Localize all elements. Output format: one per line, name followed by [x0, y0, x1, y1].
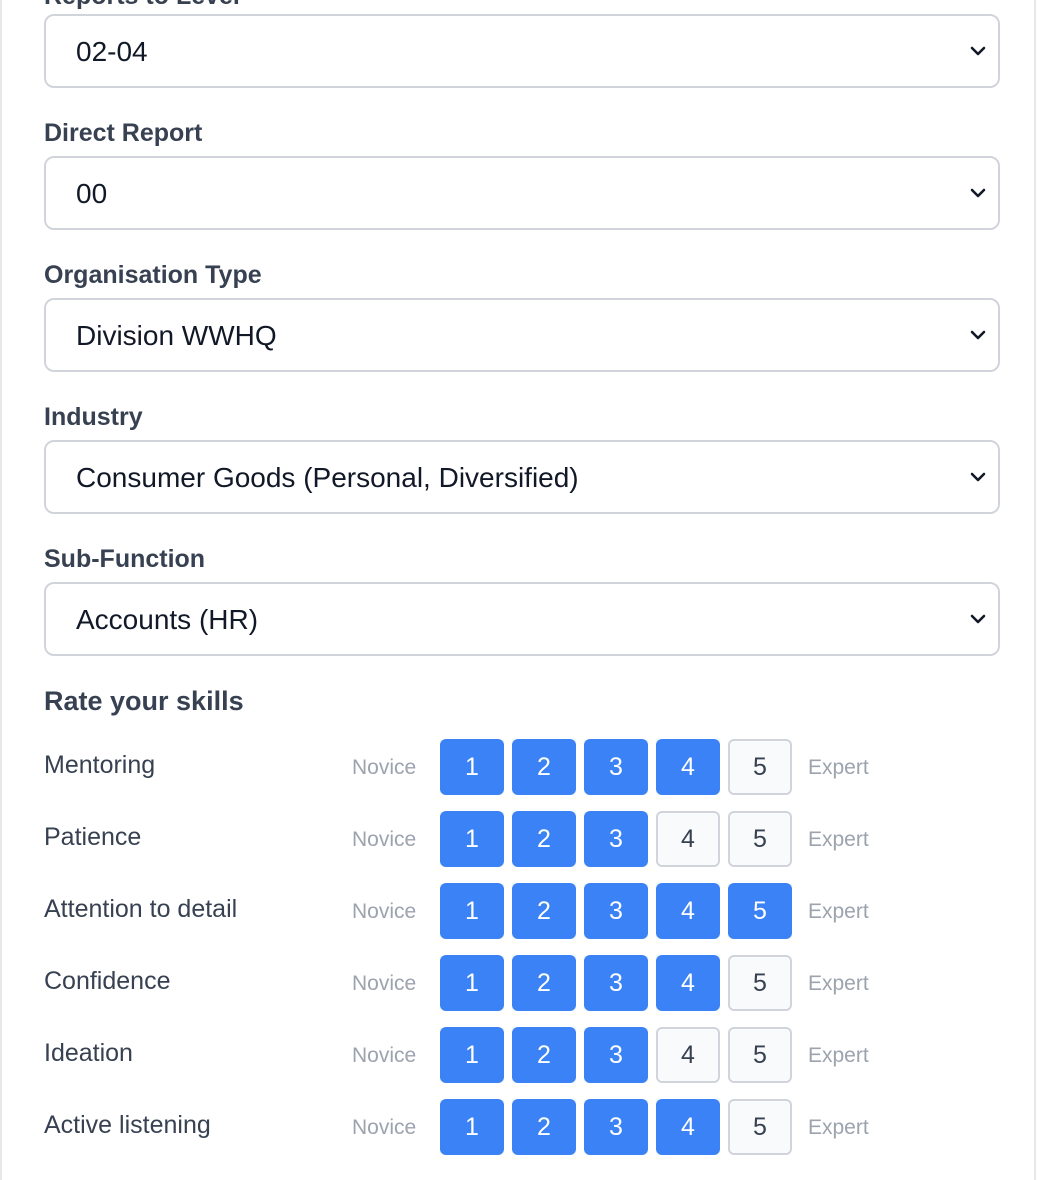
field-label-cut-off: Reports to Level	[44, 0, 240, 11]
organisation-type-label: Organisation Type	[44, 261, 262, 289]
select-value: 00	[76, 178, 108, 209]
rating-button-5[interactable]: 5	[728, 883, 792, 939]
skill-name: Confidence	[44, 967, 171, 995]
rating-button-3[interactable]: 3	[584, 811, 648, 867]
rating-button-3[interactable]: 3	[584, 955, 648, 1011]
rating-button-3[interactable]: 3	[584, 1099, 648, 1155]
industry-label: Industry	[44, 403, 143, 431]
skill-name: Patience	[44, 823, 142, 851]
rating-button-2[interactable]: 2	[512, 811, 576, 867]
sub-function-label: Sub-Function	[44, 545, 206, 573]
rating-button-5[interactable]: 5	[728, 955, 792, 1011]
rating-button-4[interactable]: 4	[656, 955, 720, 1011]
sub-function-select[interactable]: Accounts (HR)	[44, 582, 1000, 656]
select-value: Accounts (HR)	[76, 604, 259, 635]
skill-name: Mentoring	[44, 751, 156, 779]
novice-label: Novice	[352, 1116, 417, 1139]
skill-row: Mentoring Novice 1 2 3 4 5 Expert	[2, 739, 1038, 795]
rating-button-4[interactable]: 4	[656, 739, 720, 795]
skill-row: Ideation Novice 1 2 3 4 5 Expert	[2, 1027, 1038, 1083]
expert-label: Expert	[808, 900, 869, 923]
rating-button-1[interactable]: 1	[440, 739, 504, 795]
rating-button-5[interactable]: 5	[728, 1027, 792, 1083]
novice-label: Novice	[352, 900, 417, 923]
rating-button-1[interactable]: 1	[440, 1027, 504, 1083]
rating-button-1[interactable]: 1	[440, 1099, 504, 1155]
select-value: Consumer Goods (Personal, Diversified)	[76, 462, 579, 493]
rating-button-4[interactable]: 4	[656, 883, 720, 939]
rating-button-4[interactable]: 4	[656, 811, 720, 867]
skill-row: Active listening Novice 1 2 3 4 5 Expert	[2, 1099, 1038, 1155]
expert-label: Expert	[808, 1116, 869, 1139]
skill-row: Attention to detail Novice 1 2 3 4 5 Expert	[2, 883, 1038, 939]
novice-label: Novice	[352, 828, 417, 851]
novice-label: Novice	[352, 972, 417, 995]
chevron-down-icon	[970, 330, 986, 340]
rating-button-2[interactable]: 2	[512, 883, 576, 939]
skill-row: Patience Novice 1 2 3 4 5 Expert	[2, 811, 1038, 867]
rating-button-2[interactable]: 2	[512, 739, 576, 795]
chevron-down-icon	[970, 472, 986, 482]
chevron-down-icon	[970, 46, 986, 56]
direct-report-label: Direct Report	[44, 119, 203, 147]
rating-button-2[interactable]: 2	[512, 955, 576, 1011]
select-value: 02-04	[76, 36, 148, 67]
rating-button-4[interactable]: 4	[656, 1027, 720, 1083]
skill-row: Confidence Novice 1 2 3 4 5 Expert	[2, 955, 1038, 1011]
expert-label: Expert	[808, 828, 869, 851]
organisation-type-select[interactable]: Division WWHQ	[44, 298, 1000, 372]
skill-name: Ideation	[44, 1039, 133, 1067]
chevron-down-icon	[970, 188, 986, 198]
reports-to-level-select[interactable]: 02-04	[44, 14, 1000, 88]
rating-button-5[interactable]: 5	[728, 1099, 792, 1155]
expert-label: Expert	[808, 972, 869, 995]
rating-button-5[interactable]: 5	[728, 811, 792, 867]
rating-button-3[interactable]: 3	[584, 883, 648, 939]
industry-select[interactable]: Consumer Goods (Personal, Diversified)	[44, 440, 1000, 514]
expert-label: Expert	[808, 756, 869, 779]
rating-button-2[interactable]: 2	[512, 1099, 576, 1155]
novice-label: Novice	[352, 1044, 417, 1067]
rating-button-3[interactable]: 3	[584, 739, 648, 795]
form-panel: Reports to Level 02-04 Direct Report 00 …	[0, 0, 1036, 1180]
rating-button-2[interactable]: 2	[512, 1027, 576, 1083]
rate-skills-heading: Rate your skills	[44, 686, 244, 716]
novice-label: Novice	[352, 756, 417, 779]
expert-label: Expert	[808, 1044, 869, 1067]
select-value: Division WWHQ	[76, 320, 277, 351]
skill-name: Attention to detail	[44, 895, 238, 923]
rating-button-1[interactable]: 1	[440, 811, 504, 867]
rating-button-4[interactable]: 4	[656, 1099, 720, 1155]
rating-button-3[interactable]: 3	[584, 1027, 648, 1083]
rating-button-1[interactable]: 1	[440, 883, 504, 939]
skill-name: Active listening	[44, 1111, 211, 1139]
rating-button-1[interactable]: 1	[440, 955, 504, 1011]
rating-button-5[interactable]: 5	[728, 739, 792, 795]
chevron-down-icon	[970, 614, 986, 624]
direct-report-select[interactable]: 00	[44, 156, 1000, 230]
